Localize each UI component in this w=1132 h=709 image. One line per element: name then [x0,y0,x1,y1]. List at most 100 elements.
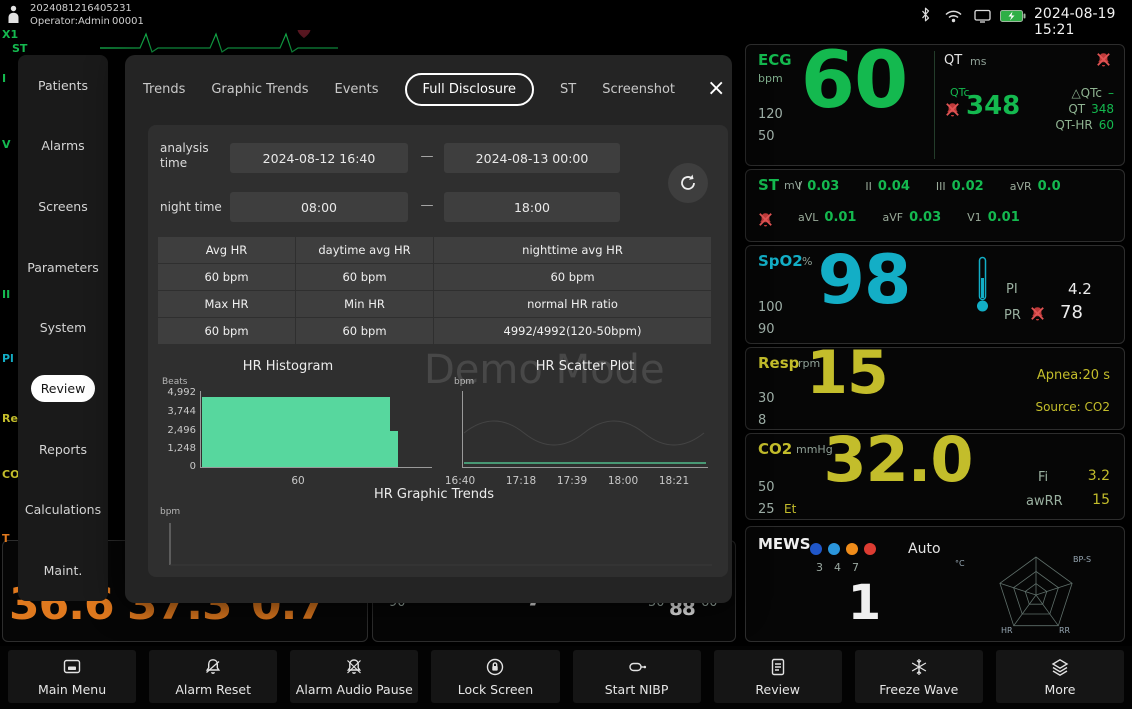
histogram-ytick: 1,248 [152,443,196,454]
awrr-label: awRR [1026,494,1063,509]
co2-value: 32.0 [798,426,998,494]
toolbar-button-more[interactable]: More [996,650,1124,703]
toolbar-button-main-menu[interactable]: Main Menu [8,650,136,703]
toolbar-button-alarm-reset[interactable]: Alarm Reset [149,650,277,703]
tab-events[interactable]: Events [334,82,378,97]
tab-screenshot[interactable]: Screenshot [602,82,675,97]
full-disclosure-panel: analysis time 2024-08-12 16:40 — 2024-08… [148,125,728,577]
scatter-ylabel: bpm [454,377,474,387]
close-button[interactable]: × [701,77,731,101]
scatter-xtick: 18:21 [649,475,699,487]
st-lead-name: aVL [798,211,818,224]
resp-apnea-setting: Apnea:20 s [1037,368,1110,383]
refresh-button[interactable] [668,163,708,203]
st-lead-value: 0.02 [952,179,984,194]
night-start-field[interactable]: 08:00 [230,192,408,222]
scatter-xtick: 17:39 [547,475,597,487]
spo2-alarm-low: 90 [758,322,775,337]
alarm-off-icon [1030,306,1045,325]
st-lead-value: 0.03 [807,179,839,194]
histogram-ytick: 2,496 [152,425,196,436]
radar-label-temp: °C [955,559,965,568]
st-lead-value: 0.04 [878,179,910,194]
pi-value: 4.2 [1068,280,1092,298]
sidebar-item-reports[interactable]: Reports [29,436,97,463]
toolbar-button-label: Start NIBP [605,682,669,697]
co2-alarm-low: 25 [758,502,775,517]
stats-cell: 60 bpm [158,264,295,290]
scatter-xtick: 17:18 [496,475,546,487]
toolbar-button-lock-screen[interactable]: Lock Screen [431,650,559,703]
scatter-xtick: 16:40 [435,475,485,487]
stats-cell: Avg HR [158,237,295,263]
tab-full-disclosure[interactable]: Full Disclosure [405,73,535,106]
st-lead-name: II [865,180,872,193]
resp-panel[interactable]: Resp rpm 15 30 8 Apnea:20 s Source: CO2 [745,347,1125,430]
analysis-time-label: analysis time [160,141,226,171]
review-icon [768,657,788,677]
operator-label: Operator:Admin [30,15,110,28]
ecg-panel[interactable]: ECG bpm 120 50 60 QT ms QTc 348 △QTc– QT… [745,44,1125,166]
sidebar-item-screens[interactable]: Screens [28,193,98,220]
mews-panel[interactable]: MEWS 3 4 7 Auto 1 °C BP-S HR RR [745,526,1125,642]
toolbar-button-label: Lock Screen [458,682,533,697]
resp-alarm-high: 30 [758,391,775,406]
tab-st[interactable]: ST [560,82,576,97]
stats-cell: normal HR ratio [434,291,711,317]
tab-trends[interactable]: Trends [143,82,185,97]
qt-row-value: 348 [1091,101,1114,117]
stats-cell: 60 bpm [296,318,433,344]
alarm-reset-icon [203,657,223,677]
wave-label-t: T [2,532,10,545]
night-end-field[interactable]: 18:00 [444,192,620,222]
toolbar-button-review[interactable]: Review [714,650,842,703]
toolbar-button-start-nibp[interactable]: Start NIBP [573,650,701,703]
sidebar-item-alarms[interactable]: Alarms [31,132,94,159]
device-id: 2024081216405231 [30,2,132,15]
stats-cell: 60 bpm [434,264,711,290]
sidebar-item-system[interactable]: System [30,314,97,341]
sidebar-item-calculations[interactable]: Calculations [15,496,111,523]
spo2-panel[interactable]: SpO2 % 100 90 98 PI 4.2 PR 78 [745,245,1125,344]
stats-cell: Max HR [158,291,295,317]
st-lead-value: 0.01 [988,210,1020,225]
wave-label-st: ST [12,42,27,55]
ecg-unit: bpm [758,72,783,85]
clock-datetime: 2024-08-19 15:21 [1034,6,1132,38]
sidebar-item-review[interactable]: Review [31,375,96,402]
analysis-start-field[interactable]: 2024-08-12 16:40 [230,143,408,173]
toolbar-button-alarm-audio-pause[interactable]: Alarm Audio Pause [290,650,418,703]
pi-label: PI [1006,282,1018,297]
mews-dot [846,543,858,555]
analysis-end-field[interactable]: 2024-08-13 00:00 [444,143,620,173]
mews-label: MEWS [758,535,811,553]
tab-graphic-trends[interactable]: Graphic Trends [211,82,308,97]
main-menu-icon [62,657,82,677]
wave-label-pl: Pl [2,352,14,365]
wave-label-co: CO [2,468,19,481]
st-lead-name: I [798,180,801,193]
refresh-icon [678,173,698,193]
dqtc-label: △QTc [1071,85,1102,101]
toolbar-button-label: Freeze Wave [879,682,958,697]
co2-panel[interactable]: CO2 mmHg 32.0 50 25 Et Fi 3.2 awRR 15 [745,433,1125,520]
trends-plot [166,517,714,567]
sidebar-item-parameters[interactable]: Parameters [17,254,109,281]
patient-icon [7,5,20,28]
co2-et-label: Et [784,502,796,516]
toolbar-button-freeze-wave[interactable]: Freeze Wave [855,650,983,703]
awrr-value: 15 [1092,492,1110,508]
co2-label: CO2 [758,440,792,458]
histogram-xtick: 60 [268,475,328,487]
resp-alarm-low: 8 [758,413,766,428]
wave-label-i: I [2,72,6,85]
st-panel[interactable]: ST mV I0.03 II0.04 III0.02 aVR0.0 aVL0.0… [745,169,1125,242]
sidebar-item-patients[interactable]: Patients [28,72,98,99]
st-lead-name: aVR [1010,180,1032,193]
bluetooth-icon [920,7,931,26]
top-status-bar: 2024081216405231 Operator:Admin 00001 20… [0,0,1132,30]
ecg-value: 60 [784,39,924,125]
wave-label-ii: II [2,288,10,301]
sidebar-item-maint[interactable]: Maint. [34,557,93,584]
st-lead-row: I0.03 II0.04 III0.02 aVR0.0 [798,179,1061,194]
